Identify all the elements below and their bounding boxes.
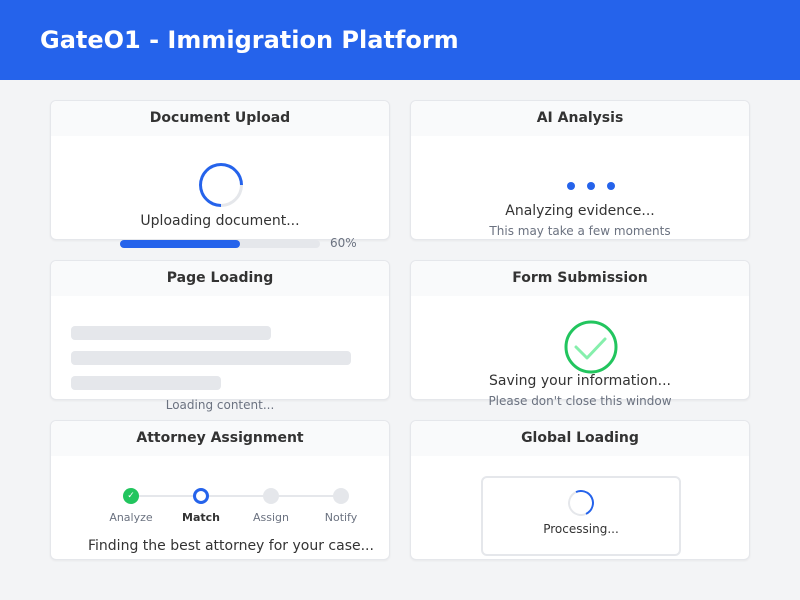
step-connector — [131, 495, 341, 497]
global-loading-card: Global Loading Processing... — [410, 420, 750, 560]
card-title: Document Upload — [51, 101, 389, 136]
card-title: Global Loading — [411, 421, 749, 456]
app-title: GateO1 - Immigration Platform — [40, 26, 459, 54]
loading-spinner-icon — [564, 486, 598, 520]
app-header: GateO1 - Immigration Platform — [0, 0, 800, 80]
skeleton-line — [71, 326, 271, 340]
ai-message: Analyzing evidence... — [505, 203, 655, 219]
step-label-assign: Assign — [253, 511, 289, 524]
ai-sub-message: This may take a few moments — [489, 224, 671, 238]
page-loading-card: Page Loading — [50, 260, 390, 400]
form-message: Saving your information... — [489, 373, 671, 389]
step-dot-analyze: ✓ — [123, 488, 139, 504]
skeleton-line — [71, 376, 221, 390]
skeleton-line — [71, 351, 351, 365]
processing-dialog: Processing... — [481, 476, 681, 556]
step-label-notify: Notify — [324, 511, 358, 524]
form-sub-message: Please don't close this window — [488, 394, 672, 408]
loading-spinner-icon — [189, 153, 253, 217]
step-label-match: Match — [182, 511, 220, 524]
success-check-icon — [564, 320, 618, 374]
step-dot-notify — [333, 488, 349, 504]
form-submission-card: Form Submission Saving your information.… — [410, 260, 750, 408]
upload-progress-fill — [120, 240, 240, 248]
upload-progress-bar — [120, 240, 320, 248]
loading-dot-icon — [567, 182, 575, 190]
ai-analysis-card: AI Analysis Analyzing evidence... This m… — [410, 100, 750, 240]
attorney-message: Finding the best attorney for your case.… — [88, 538, 374, 554]
loading-dot-icon — [607, 182, 615, 190]
attorney-assignment-card: Attorney Assignment ✓ Analyze Match Assi… — [50, 420, 390, 560]
check-icon: ✓ — [127, 491, 135, 501]
step-dot-assign — [263, 488, 279, 504]
step-dot-match — [193, 488, 209, 504]
page-loading-message: Loading content... — [165, 398, 275, 412]
document-upload-card: Document Upload Uploading document... — [50, 100, 390, 240]
processing-message: Processing... — [543, 522, 619, 536]
card-title: AI Analysis — [411, 101, 749, 136]
card-title: Page Loading — [51, 261, 389, 296]
loading-dot-icon — [587, 182, 595, 190]
step-label-analyze: Analyze — [109, 511, 153, 524]
upload-progress-label: 60% — [330, 236, 357, 250]
card-title: Form Submission — [411, 261, 749, 296]
card-title: Attorney Assignment — [51, 421, 389, 456]
upload-message: Uploading document... — [140, 213, 300, 229]
